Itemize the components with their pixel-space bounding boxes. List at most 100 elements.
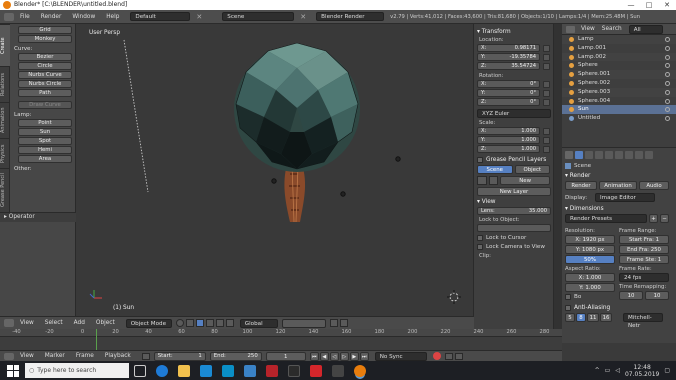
aa-samples-5[interactable]: 5 [565,313,575,322]
windows-start-icon[interactable] [7,364,19,377]
lock-camera-checkbox[interactable] [477,244,483,250]
volume-icon[interactable]: ◁ [615,367,620,374]
add-hemi-lamp-button[interactable]: Hemi [18,146,72,154]
lock-location-z-icon[interactable] [543,63,550,70]
tab-animation[interactable]: Animation [0,102,10,138]
scale-y-field[interactable]: Y: 1.000 [477,136,541,144]
layer-grid[interactable] [281,318,326,328]
edge-browser-icon[interactable] [156,364,168,377]
frame-end-field[interactable]: End Fra: 250 [619,245,669,254]
current-frame-field[interactable]: 1 [265,351,306,361]
add-grid-button[interactable]: Grid [18,26,72,34]
render-panel-header[interactable]: ▾ Render [565,173,673,179]
viewport-shading-icon[interactable] [175,319,184,327]
prev-keyframe-icon[interactable]: ◀ [319,351,329,361]
outliner-row[interactable]: Lamp [562,35,676,44]
scene-close-icon[interactable]: ✕ [300,13,306,21]
gp-pencil-icon[interactable] [477,176,487,185]
resolution-percentage-slider[interactable]: 50% [565,255,615,264]
physics-tab-icon[interactable] [645,151,653,159]
pivot-point-icon[interactable] [185,319,194,327]
lock-scale-y-icon[interactable] [543,137,550,144]
rotation-mode-select[interactable]: XYZ Euler [477,109,551,118]
lock-location-y-icon[interactable] [543,54,550,61]
viewport-menu-add[interactable]: Add [74,320,85,326]
preview-range-icon[interactable] [141,352,150,360]
add-circle-curve-button[interactable]: Circle [18,62,72,70]
resolution-y-field[interactable]: Y: 1080 px [565,245,615,254]
file-explorer-icon[interactable] [178,364,190,377]
rotation-z-field[interactable]: Z: 0° [477,98,541,106]
visibility-icon[interactable] [665,72,670,78]
anti-aliasing-checkbox[interactable] [565,305,571,311]
close-button[interactable]: ✕ [658,0,676,10]
add-spot-lamp-button[interactable]: Spot [18,137,72,145]
outliner-row[interactable]: Untitled [562,114,676,123]
data-tab-icon[interactable] [635,151,643,159]
lock-to-cursor-checkbox[interactable] [477,235,483,241]
viewport-menu-object[interactable]: Object [96,320,115,326]
lock-rotation-y-icon[interactable] [543,90,550,97]
maximize-button[interactable]: □ [640,0,658,10]
timeline-editor-type-icon[interactable] [4,352,14,360]
add-nurbs-circle-button[interactable]: Nurbs Circle [18,80,72,88]
app-window-icon[interactable] [288,364,300,377]
task-view-icon[interactable] [134,364,146,377]
dimensions-panel-header[interactable]: ▾ Dimensions [565,206,673,212]
lock-rotation-x-icon[interactable] [543,81,550,88]
scene-select[interactable]: Scene [222,12,295,21]
mode-select[interactable]: Object Mode [125,318,172,328]
layout-select[interactable]: Default [130,12,191,21]
blender-taskbar-icon[interactable] [354,364,366,377]
grease-pencil-checkbox[interactable] [477,157,483,163]
lock-to-object-field[interactable] [477,224,551,232]
outliner-row[interactable]: Sphere.003 [562,87,676,97]
aa-filter-select[interactable]: Mitchell-Netr [623,313,663,329]
location-x-field[interactable]: X: 0.98171 [477,44,541,52]
aa-samples-11[interactable]: 11 [587,313,599,322]
frame-step-field[interactable]: Frame Ste: 1 [619,255,669,264]
timeline-menu-marker[interactable]: Marker [45,353,65,359]
add-path-button[interactable]: Path [18,89,72,97]
location-y-field[interactable]: Y: -19.35784 [477,53,541,61]
app-l-icon[interactable] [222,364,234,377]
notifications-icon[interactable]: ▢ [664,367,670,374]
lock-location-x-icon[interactable] [543,45,550,52]
draw-curve-button[interactable]: Draw Curve [18,101,72,109]
add-sun-lamp-button[interactable]: Sun [18,128,72,136]
visibility-icon[interactable] [665,107,670,113]
outliner-menu-search[interactable]: Search [602,26,622,32]
outliner-row[interactable]: Sphere.004 [562,97,676,106]
world-tab-icon[interactable] [605,151,613,159]
tab-grease-pencil[interactable]: Grease Pencil [0,168,10,212]
constraints-tab-icon[interactable] [625,151,633,159]
outliner-row[interactable]: Lamp.001 [562,44,676,53]
insert-keyframe-icon[interactable] [454,352,463,360]
app-dark-icon[interactable] [332,364,344,377]
next-keyframe-icon[interactable]: ▶ [349,351,359,361]
acrobat-icon[interactable] [310,364,322,377]
play-icon[interactable]: ▷ [339,351,349,361]
gp-new-button[interactable]: New [500,176,551,185]
remove-preset-button[interactable]: − [660,214,669,223]
render-audio-button[interactable]: Audio [639,181,669,190]
add-nurbs-curve-button[interactable]: Nurbs Curve [18,71,72,79]
render-engine-select[interactable]: Blender Render [316,12,385,21]
gp-browse-icon[interactable] [488,176,499,185]
operator-panel-header[interactable]: ▸ Operator [0,212,76,222]
resolution-x-field[interactable]: X: 1920 px [565,235,615,244]
lens-field[interactable]: Lens: 35.000 [477,207,551,215]
object-tab-icon[interactable] [615,151,623,159]
viewport-editor-type-icon[interactable] [4,319,14,327]
visibility-icon[interactable] [665,116,670,122]
timeline[interactable]: -40 -20 0 20 40 60 80 100 120 140 160 18… [0,329,562,350]
layout-close-icon[interactable]: ✕ [196,13,202,21]
mcafee-icon[interactable] [266,364,278,377]
scale-z-field[interactable]: Z: 1.000 [477,145,541,153]
render-button[interactable]: Render [565,181,597,190]
add-monkey-button[interactable]: Monkey [18,35,72,43]
scale-x-field[interactable]: X: 1.000 [477,127,541,135]
menu-window[interactable]: Window [72,14,95,20]
menu-help[interactable]: Help [106,14,119,20]
border-checkbox[interactable] [565,294,571,300]
